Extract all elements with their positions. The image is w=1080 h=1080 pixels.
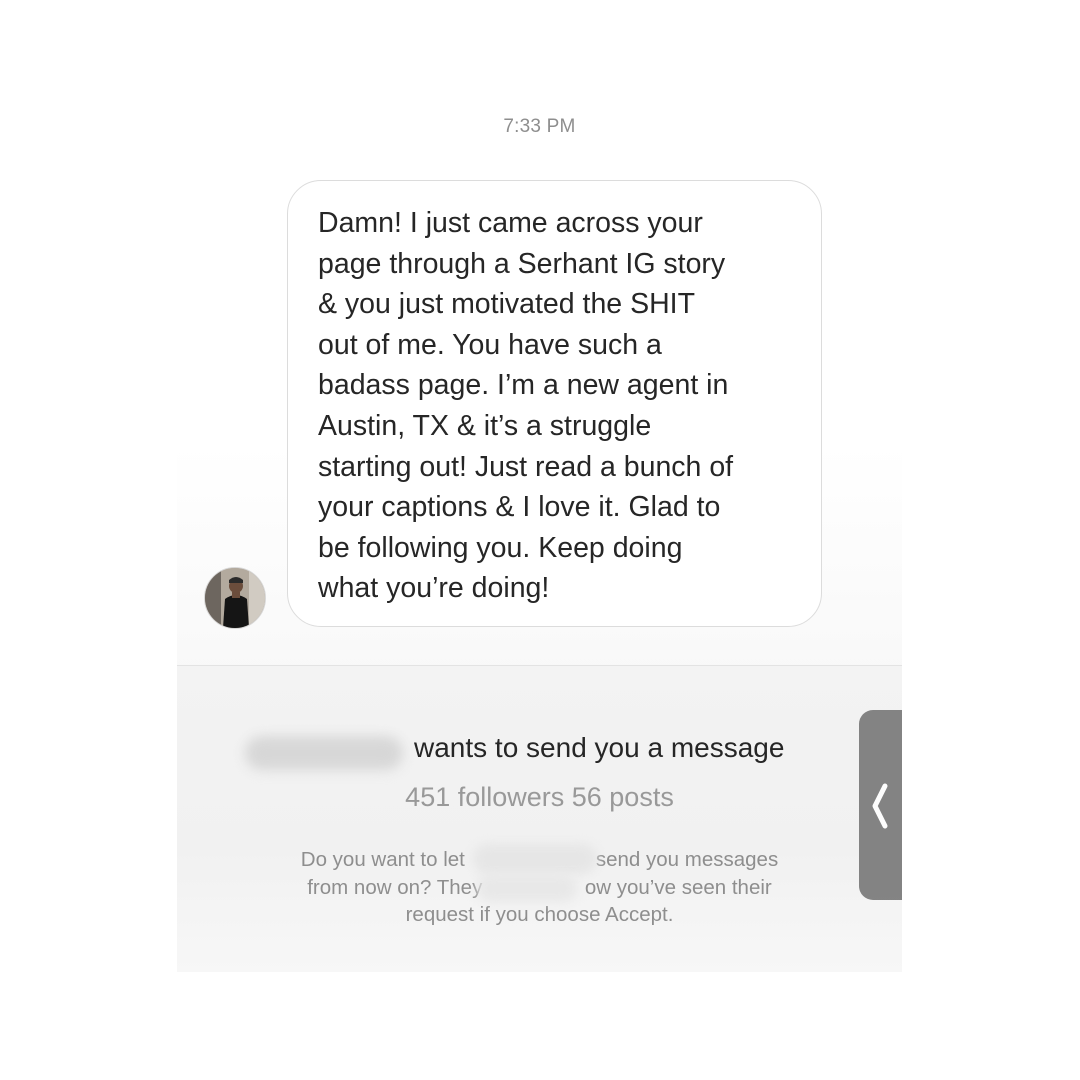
request-header: wants to send you a message <box>241 732 841 772</box>
request-title: wants to send you a message <box>414 732 785 763</box>
avatar-image <box>205 568 265 628</box>
message-text: Damn! I just came across your page throu… <box>318 207 734 605</box>
chat-screen: 7:33 PM Damn! I just came across your pa… <box>177 92 902 972</box>
drawer-handle[interactable] <box>859 710 902 900</box>
chevron-left-icon <box>872 783 888 829</box>
page: 7:33 PM Damn! I just came across your pa… <box>0 0 1080 1080</box>
avatar[interactable] <box>204 567 266 629</box>
message-request-panel: wants to send you a message 451 follower… <box>177 666 902 972</box>
request-description-line-3: request if you choose Accept. <box>405 903 674 926</box>
request-stats: 451 followers 56 posts <box>405 782 674 812</box>
blurred-username-inline <box>473 844 597 874</box>
blurred-text-inline <box>477 874 577 902</box>
message-timestamp: 7:33 PM <box>503 116 576 137</box>
blurred-username <box>245 736 403 770</box>
message-bubble[interactable]: Damn! I just came across your page throu… <box>287 180 822 627</box>
